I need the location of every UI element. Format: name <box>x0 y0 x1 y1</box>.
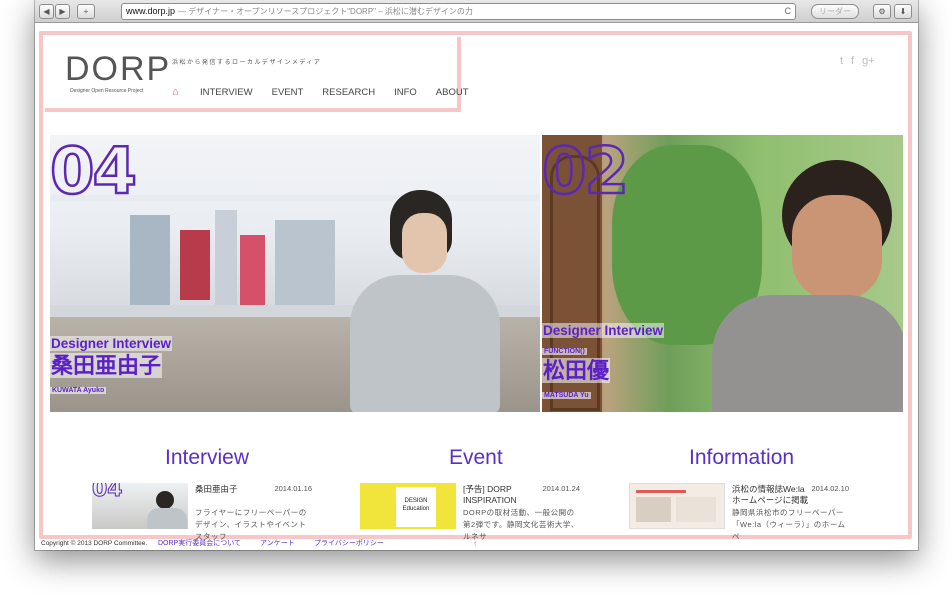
copyright-text: Copyright © 2013 DORP Committee. <box>41 540 148 547</box>
main-nav: ⌂ INTERVIEW EVENT RESEARCH INFO ABOUT <box>172 86 488 100</box>
social-links: t f g+ <box>840 55 875 67</box>
twitter-icon[interactable]: t <box>840 55 843 67</box>
download-icon[interactable]: ⬇ <box>894 4 912 19</box>
section-title-information[interactable]: Information <box>689 446 794 470</box>
information-card-title: 浜松の情報誌We:la ホームページに掲載 <box>732 484 809 505</box>
google-plus-icon[interactable]: g+ <box>862 55 875 67</box>
hero-name: 桑田亜由子 <box>50 353 163 378</box>
site-footer: Copyright © 2013 DORP Committee. DORP実行委… <box>35 538 918 550</box>
thumb-sweater <box>147 508 187 529</box>
footer-link-about[interactable]: DORP実行委員会について <box>158 538 241 550</box>
footer-link-survey[interactable]: アンケート <box>260 538 295 550</box>
interview-thumbnail: 04 <box>92 483 188 529</box>
thumb-poster-text: DESIGN Education <box>396 487 436 527</box>
building-shape <box>275 220 335 310</box>
hero-feature-right[interactable]: 02 Designer Interview FUNCTION() 松田優 MAT… <box>542 135 903 412</box>
person-sweater <box>350 275 500 412</box>
thumb-number: 04 <box>92 483 123 503</box>
reader-button[interactable]: リーダー <box>811 4 859 19</box>
nav-info[interactable]: INFO <box>394 86 417 100</box>
event-thumbnail: DESIGN Education <box>360 483 456 529</box>
building-shape <box>130 215 170 315</box>
back-button[interactable]: ◀ <box>39 4 54 19</box>
site-tagline: 浜松から発信するローカルデザインメディア <box>172 60 322 66</box>
nav-interview[interactable]: INTERVIEW <box>200 86 253 100</box>
thumb-block <box>636 497 671 522</box>
site-logo[interactable]: DORP <box>65 50 171 89</box>
interview-card-title: 桑田亜由子 <box>195 484 238 494</box>
hero-romaji: MATSUDA Yu <box>542 392 591 399</box>
thumb-person <box>156 491 174 509</box>
hero-name: 松田優 <box>542 358 611 383</box>
person-face <box>402 213 447 273</box>
hero-label: Designer Interview <box>50 336 173 351</box>
web-page: DORP Designer Open Resource Project 浜松から… <box>35 23 918 550</box>
add-bookmark-button[interactable]: + <box>77 4 95 19</box>
thumb-line <box>636 490 686 493</box>
thumb-block <box>676 497 716 522</box>
hero-caption: Designer Interview FUNCTION() 松田優 MATSUD… <box>542 322 665 402</box>
hero-romaji: KUWATA Ayuko <box>50 387 107 394</box>
nav-research[interactable]: RESEARCH <box>322 86 375 100</box>
forward-button[interactable]: ▶ <box>55 4 70 19</box>
hero-number: 04 <box>50 135 138 210</box>
back-to-top-icon[interactable]: ↑ <box>473 538 477 550</box>
nav-about[interactable]: ABOUT <box>436 86 469 100</box>
person-shirt <box>712 295 903 412</box>
home-icon[interactable]: ⌂ <box>172 86 200 100</box>
hero-label: Designer Interview <box>542 323 665 338</box>
building-shape <box>180 230 210 300</box>
hero-feature-left[interactable]: 04 Designer Interview 桑田亜由子 KUWATA Ayuko <box>50 135 540 412</box>
event-card-date: 2014.01.24 <box>542 484 580 493</box>
section-title-event[interactable]: Event <box>449 446 503 470</box>
building-shape <box>240 235 265 305</box>
interview-card-date: 2014.01.16 <box>274 484 312 493</box>
nav-event[interactable]: EVENT <box>272 86 304 100</box>
page-title-text: — デザイナー・オープンリソースプロジェクト"DORP" – 浜松に潜むデザイン… <box>178 7 473 16</box>
section-title-interview[interactable]: Interview <box>165 446 249 470</box>
information-card-date: 2014.02.10 <box>811 484 849 493</box>
browser-toolbar: ◀ ▶ + www.dorp.jp — デザイナー・オープンリソースプロジェクト"… <box>35 0 918 23</box>
reload-icon[interactable]: C <box>785 4 792 19</box>
information-thumbnail <box>629 483 725 529</box>
building-shape <box>215 210 237 310</box>
wrench-icon[interactable]: ⚙ <box>873 4 891 19</box>
hero-number: 02 <box>542 135 630 210</box>
address-bar[interactable]: www.dorp.jp — デザイナー・オープンリソースプロジェクト"DORP" … <box>121 3 796 20</box>
hero-company: FUNCTION() <box>542 348 587 355</box>
person-face <box>792 195 882 300</box>
event-card-title: [予告] DORP INSPIRATION <box>463 484 517 505</box>
logo-subtitle: Designer Open Resource Project <box>70 88 144 94</box>
hero-caption: Designer Interview 桑田亜由子 KUWATA Ayuko <box>50 335 173 397</box>
browser-window: ◀ ▶ + www.dorp.jp — デザイナー・オープンリソースプロジェクト"… <box>35 0 918 550</box>
facebook-icon[interactable]: f <box>851 55 854 67</box>
url-text: www.dorp.jp <box>126 6 176 16</box>
footer-link-privacy[interactable]: プライバシーポリシー <box>314 538 384 550</box>
